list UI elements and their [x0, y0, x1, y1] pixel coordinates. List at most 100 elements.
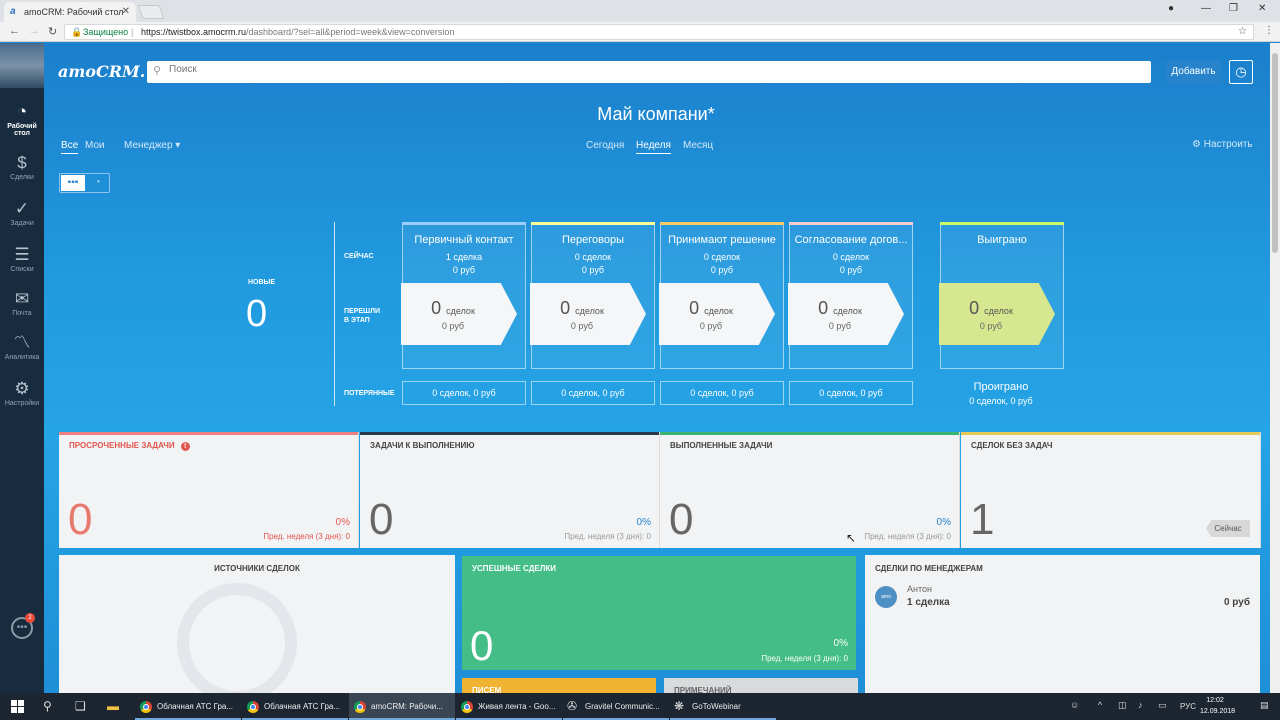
lost-box[interactable]: 0 сделок, 0 руб: [531, 381, 655, 405]
moved-count: 0 сделок: [560, 298, 604, 318]
url-text: https://twistbox.amocrm.ru/dashboard/?se…: [141, 27, 455, 37]
stage-name: Первичный контакт: [414, 234, 514, 246]
widget-title: УСПЕШНЫЕ СДЕЛКИ: [472, 564, 556, 573]
sidebar-item-lists[interactable]: ☰ Списки: [0, 244, 44, 273]
stage-arrow: 0 сделок 0 руб: [939, 283, 1055, 345]
widget-deals-without-tasks[interactable]: СДЕЛОК БЕЗ ЗАДАЧ 1 Сейчас: [961, 432, 1261, 548]
task-view-icon[interactable]: ❏: [75, 699, 86, 713]
widget-deals-by-manager[interactable]: СДЕЛКИ ПО МЕНЕДЖЕРАМ amo Антон 1 сделка …: [865, 555, 1260, 693]
volume-icon[interactable]: ♪: [1138, 700, 1143, 710]
tab-title: amoCRM: Рабочий стол: [24, 7, 124, 17]
settings-link[interactable]: ⚙ Настроить: [1192, 139, 1253, 150]
pie-view-icon[interactable]: ◔: [86, 175, 109, 191]
stage-negotiation[interactable]: Переговоры 0 сделок 0 руб 0 сделок 0 руб: [530, 222, 655, 369]
stage-contract[interactable]: Согласование догов... 0 сделок 0 руб 0 сд…: [788, 222, 913, 369]
network-icon[interactable]: ◫: [1118, 700, 1127, 711]
sidebar-item-mail[interactable]: ✉ Почта: [0, 288, 44, 317]
manager-name: Антон: [907, 584, 932, 594]
settings-icon: ⚙: [14, 379, 30, 398]
lost-box[interactable]: 0 сделок, 0 руб: [660, 381, 784, 405]
taskbar-app[interactable]: ✇ Gravitel Communic...: [563, 693, 669, 720]
widget-percent: 0%: [636, 517, 651, 528]
widget-percent: 0%: [335, 517, 350, 528]
close-window-icon[interactable]: ✕: [1258, 3, 1266, 14]
lost-box[interactable]: 0 сделок, 0 руб: [402, 381, 526, 405]
sidebar-item-deals[interactable]: $ Сделки: [0, 152, 44, 181]
filter-manager[interactable]: Менеджер ▾: [124, 140, 180, 151]
widget-color-bar: [660, 432, 959, 435]
battery-icon[interactable]: ▭: [1158, 700, 1167, 711]
reload-icon[interactable]: ↻: [48, 25, 57, 38]
taskbar-app[interactable]: Живая лента - Goo...: [456, 693, 562, 720]
widget-letters[interactable]: ПИСЕМ: [462, 678, 656, 693]
add-button[interactable]: Добавить: [1166, 60, 1221, 84]
stage-now: 0 сделок 0 руб: [574, 252, 612, 275]
widget-title: ВЫПОЛНЕННЫЕ ЗАДАЧИ: [670, 441, 773, 450]
widget-title: ПРОСРОЧЕННЫЕ ЗАДАЧИ!: [69, 441, 190, 451]
filter-mine[interactable]: Мои: [85, 140, 105, 151]
new-tab-button[interactable]: [137, 5, 165, 19]
gear-icon: ⚙: [1192, 139, 1201, 150]
search-box[interactable]: ⚲: [147, 61, 1151, 83]
sidebar-item-label: Рабочий стол: [7, 123, 37, 137]
widget-overdue-tasks[interactable]: ПРОСРОЧЕННЫЕ ЗАДАЧИ! 0 0% Пред. неделя (…: [59, 432, 359, 548]
page-scrollbar[interactable]: [1270, 43, 1280, 693]
sidebar-item-analytics[interactable]: 〽 Аналитика: [0, 332, 44, 361]
mouse-cursor-icon: ↖: [846, 531, 857, 545]
forward-icon[interactable]: →: [29, 25, 40, 37]
profile-icon[interactable]: ●: [1168, 3, 1174, 14]
widget-done-tasks[interactable]: ВЫПОЛНЕННЫЕ ЗАДАЧИ 0 0% Пред. неделя (3 …: [660, 432, 960, 548]
moved-rub: 0 руб: [441, 321, 465, 331]
taskbar-app[interactable]: Облачная АТС Гра...: [135, 693, 241, 720]
people-icon[interactable]: ☺: [1070, 700, 1079, 710]
conversion-view-icon[interactable]: ▪▪▪: [61, 175, 85, 191]
gotowebinar-icon: ❋: [674, 699, 685, 713]
system-clock[interactable]: 12:02 12.09.2018: [1200, 695, 1235, 717]
widget-title: ИСТОЧНИКИ СДЕЛОК: [214, 564, 300, 573]
browser-menu-icon[interactable]: ⋮: [1264, 25, 1274, 36]
period-today[interactable]: Сегодня: [586, 140, 624, 151]
clock-icon[interactable]: ◷: [1229, 60, 1253, 84]
taskbar-app[interactable]: amoCRM: Рабочи...: [349, 693, 455, 720]
search-input[interactable]: [169, 64, 1069, 75]
period-month[interactable]: Месяц: [683, 140, 713, 151]
url-field[interactable]: 🔒 Защищено | https://twistbox.amocrm.ru/…: [64, 24, 1254, 40]
sidebar-item-tasks[interactable]: ✓ Задачи: [0, 198, 44, 227]
sidebar-item-settings[interactable]: ⚙ Настройки: [0, 378, 44, 407]
back-icon[interactable]: ←: [9, 25, 20, 37]
tab-close-icon[interactable]: ✕: [122, 6, 130, 17]
folder-icon[interactable]: ▬: [107, 699, 119, 713]
widget-count: 0: [68, 495, 93, 544]
scroll-thumb[interactable]: [1272, 53, 1278, 253]
search-icon[interactable]: ⚲: [43, 699, 52, 713]
moved-count: 0 сделок: [969, 298, 1013, 318]
widget-notes[interactable]: ПРИМЕЧАНИЙ: [664, 678, 858, 693]
browser-tab[interactable]: a amoCRM: Рабочий стол ✕: [4, 2, 136, 22]
tray-chevron-icon[interactable]: ^: [1098, 700, 1102, 710]
filter-all[interactable]: Все: [61, 140, 79, 154]
row-label-moved: ПЕРЕШЛИ В ЭТАП: [344, 308, 381, 324]
bookmark-star-icon[interactable]: ☆: [1238, 25, 1247, 39]
language-indicator[interactable]: РУС: [1180, 702, 1196, 711]
notifications-icon[interactable]: ▤: [1260, 700, 1269, 711]
stage-now: 0 сделок 0 руб: [703, 252, 741, 275]
taskbar-app[interactable]: ❋ GoToWebinar: [670, 693, 776, 720]
stage-decision[interactable]: Принимают решение 0 сделок 0 руб 0 сделок…: [659, 222, 784, 369]
period-week[interactable]: Неделя: [636, 140, 671, 154]
lost-box[interactable]: 0 сделок, 0 руб: [789, 381, 913, 405]
amocrm-logo[interactable]: amoCRM.: [58, 62, 145, 81]
widget-deal-sources[interactable]: ИСТОЧНИКИ СДЕЛОК: [59, 555, 455, 703]
widget-todo-tasks[interactable]: ЗАДАЧИ К ВЫПОЛНЕНИЮ 0 0% Пред. неделя (3…: [360, 432, 660, 548]
widget-count: 0: [669, 495, 694, 544]
maximize-icon[interactable]: ❐: [1229, 3, 1238, 14]
stage-name: Выиграно: [977, 234, 1027, 246]
secure-label: Защищено: [83, 27, 129, 37]
stage-won[interactable]: Выиграно 0 сделок 0 руб: [939, 222, 1064, 369]
taskbar-app[interactable]: Облачная АТС Гра...: [242, 693, 348, 720]
windows-start-icon[interactable]: [11, 700, 24, 713]
minimize-icon[interactable]: —: [1201, 3, 1211, 14]
url-separator: |: [131, 27, 134, 37]
sidebar-item-label: Аналитика: [4, 354, 40, 361]
stage-primary-contact[interactable]: Первичный контакт 1 сделка 0 руб 0 сделок…: [401, 222, 526, 369]
widget-successful-deals[interactable]: УСПЕШНЫЕ СДЕЛКИ 0 0% Пред. неделя (3 дня…: [462, 556, 856, 670]
